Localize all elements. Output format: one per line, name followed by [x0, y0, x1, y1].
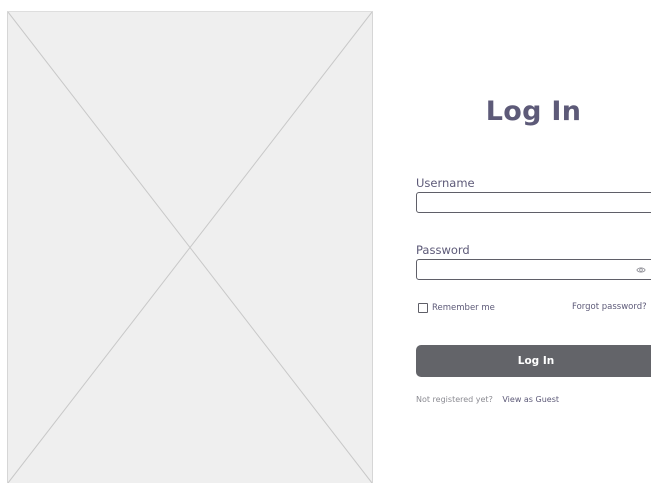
login-form: Log In Username Password Remember me For… [416, 0, 651, 483]
not-registered-text: Not registered yet? [416, 395, 493, 404]
login-page: Log In Username Password Remember me For… [0, 0, 651, 483]
guest-prompt: Not registered yet? View as Guest [416, 395, 559, 404]
login-button[interactable]: Log In [416, 345, 651, 377]
image-placeholder-cross [8, 12, 372, 483]
remember-me-checkbox[interactable]: Remember me [418, 303, 495, 313]
forgot-password-link[interactable]: Forgot password? [572, 302, 647, 312]
username-label: Username [416, 176, 475, 190]
checkbox-box[interactable] [418, 303, 428, 313]
username-input[interactable] [416, 192, 651, 213]
eye-icon[interactable] [636, 265, 646, 275]
view-as-guest-link[interactable]: View as Guest [502, 395, 559, 404]
image-placeholder [7, 11, 373, 483]
page-title: Log In [485, 96, 582, 127]
password-label: Password [416, 243, 470, 257]
remember-me-label: Remember me [432, 303, 495, 313]
password-input[interactable] [416, 259, 651, 280]
